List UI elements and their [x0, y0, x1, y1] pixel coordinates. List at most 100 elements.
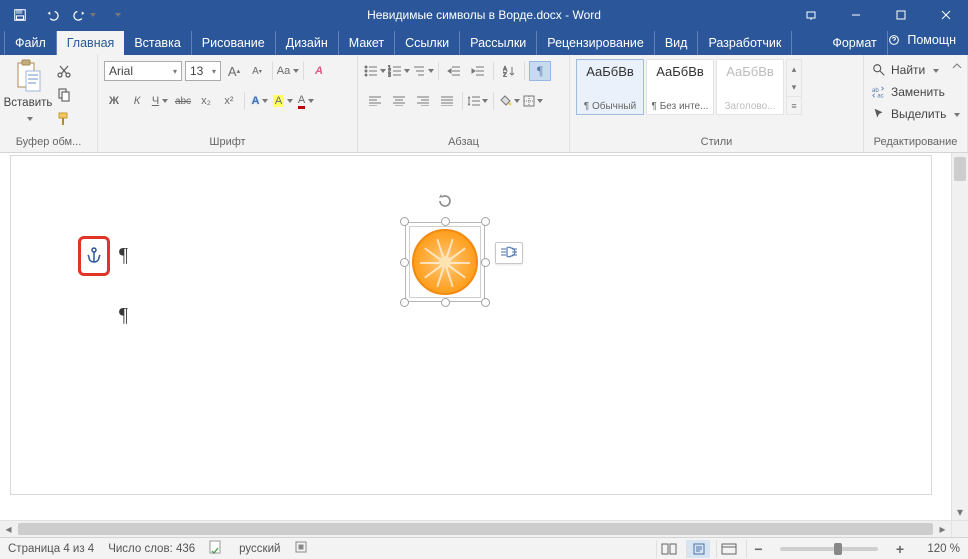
- decrease-indent-button[interactable]: [443, 61, 465, 81]
- change-case-button[interactable]: Aa: [278, 61, 298, 81]
- undo-button[interactable]: [38, 3, 66, 27]
- bold-button[interactable]: Ж: [104, 91, 124, 111]
- tab-layout[interactable]: Макет: [339, 31, 395, 55]
- tab-mailings[interactable]: Рассылки: [460, 31, 537, 55]
- tab-file[interactable]: Файл: [4, 31, 57, 55]
- tab-home[interactable]: Главная: [57, 31, 125, 55]
- zoom-slider[interactable]: [780, 547, 878, 551]
- scroll-right-arrow[interactable]: ▸: [934, 521, 951, 537]
- sort-button[interactable]: AZ: [498, 61, 520, 81]
- increase-indent-button[interactable]: [467, 61, 489, 81]
- replace-icon: abac: [872, 85, 886, 99]
- cut-button[interactable]: [54, 61, 74, 81]
- align-left-button[interactable]: [364, 91, 386, 111]
- scroll-left-arrow[interactable]: ◂: [0, 521, 17, 537]
- vertical-scrollbar[interactable]: ▴ ▾: [951, 153, 968, 520]
- font-color-button[interactable]: A: [296, 91, 316, 111]
- copy-button[interactable]: [54, 85, 74, 105]
- tab-insert[interactable]: Вставка: [124, 31, 191, 55]
- hscroll-thumb[interactable]: [18, 523, 933, 535]
- tab-design[interactable]: Дизайн: [276, 31, 339, 55]
- language-indicator[interactable]: русский: [239, 543, 280, 555]
- ribbon-options-button[interactable]: [788, 0, 833, 29]
- document-viewport[interactable]: ¶ ¶: [0, 153, 951, 520]
- paste-button[interactable]: Вставить: [6, 59, 50, 129]
- resize-handle-tl[interactable]: [400, 217, 409, 226]
- tab-draw[interactable]: Рисование: [192, 31, 276, 55]
- tab-developer[interactable]: Разработчик: [698, 31, 792, 55]
- web-layout-button[interactable]: [716, 540, 740, 558]
- font-size-value: 13: [190, 64, 203, 78]
- multilevel-button[interactable]: [412, 61, 434, 81]
- resize-handle-br[interactable]: [481, 298, 490, 307]
- redo-button[interactable]: [70, 3, 98, 27]
- collapse-ribbon-button[interactable]: [950, 59, 964, 76]
- align-center-button[interactable]: [388, 91, 410, 111]
- shading-button[interactable]: [498, 91, 520, 111]
- select-button[interactable]: Выделить: [870, 103, 961, 125]
- subscript-button[interactable]: x₂: [196, 91, 216, 111]
- print-layout-button[interactable]: [686, 540, 710, 558]
- style-heading1[interactable]: АаБбВв Заголово...: [716, 59, 784, 115]
- replace-label: Заменить: [891, 85, 945, 99]
- zoom-out-button[interactable]: −: [746, 540, 770, 558]
- tab-view[interactable]: Вид: [655, 31, 699, 55]
- strike-button[interactable]: abc: [173, 91, 193, 111]
- format-painter-button[interactable]: [54, 109, 74, 129]
- tab-format[interactable]: Формат: [822, 31, 887, 55]
- line-spacing-button[interactable]: [467, 91, 489, 111]
- close-button[interactable]: [923, 0, 968, 29]
- svg-text:3: 3: [388, 73, 391, 77]
- title-bar: Невидимые символы в Ворде.docx - Word: [0, 0, 968, 29]
- horizontal-scrollbar[interactable]: ◂ ▸: [0, 520, 951, 537]
- zoom-in-button[interactable]: +: [888, 540, 912, 558]
- bullets-button[interactable]: [364, 61, 386, 81]
- show-marks-button[interactable]: ¶: [529, 61, 551, 81]
- zoom-slider-knob[interactable]: [834, 543, 842, 555]
- tab-review[interactable]: Рецензирование: [537, 31, 655, 55]
- qat-customize-button[interactable]: [102, 3, 130, 27]
- resize-handle-bl[interactable]: [400, 298, 409, 307]
- rotation-handle[interactable]: [436, 192, 454, 210]
- font-name-combo[interactable]: Arial▾: [104, 61, 182, 81]
- superscript-button[interactable]: x²: [219, 91, 239, 111]
- highlight-button[interactable]: A: [273, 91, 293, 111]
- align-right-button[interactable]: [412, 91, 434, 111]
- justify-button[interactable]: [436, 91, 458, 111]
- italic-button[interactable]: К: [127, 91, 147, 111]
- word-count[interactable]: Число слов: 436: [108, 543, 195, 555]
- style-nospacing[interactable]: АаБбВв ¶ Без инте...: [646, 59, 714, 115]
- underline-button[interactable]: Ч: [150, 91, 170, 111]
- zoom-level[interactable]: 120 %: [918, 543, 960, 555]
- scroll-down-arrow[interactable]: ▾: [952, 503, 968, 520]
- tell-me-box[interactable]: Помощн: [887, 33, 956, 47]
- font-size-combo[interactable]: 13▾: [185, 61, 221, 81]
- selected-image[interactable]: [405, 222, 485, 302]
- resize-handle-r[interactable]: [481, 258, 490, 267]
- resize-handle-l[interactable]: [400, 258, 409, 267]
- borders-button[interactable]: [522, 91, 544, 111]
- read-mode-button[interactable]: [656, 540, 680, 558]
- style-normal[interactable]: АаБбВв ¶ Обычный: [576, 59, 644, 115]
- clear-format-button[interactable]: A: [309, 61, 329, 81]
- maximize-button[interactable]: [878, 0, 923, 29]
- save-button[interactable]: [6, 3, 34, 27]
- macro-indicator[interactable]: [294, 540, 308, 557]
- numbering-button[interactable]: 123: [388, 61, 410, 81]
- page-indicator[interactable]: Страница 4 из 4: [8, 543, 94, 555]
- vscroll-thumb[interactable]: [954, 157, 966, 181]
- grow-font-button[interactable]: A▴: [224, 61, 244, 81]
- styles-more-button[interactable]: ▴▾≡: [786, 59, 802, 115]
- find-button[interactable]: Найти: [870, 59, 961, 81]
- resize-handle-b[interactable]: [441, 298, 450, 307]
- layout-options-button[interactable]: [495, 242, 523, 264]
- shrink-font-button[interactable]: A▾: [247, 61, 267, 81]
- spellcheck-indicator[interactable]: [209, 540, 225, 557]
- resize-handle-tr[interactable]: [481, 217, 490, 226]
- text-effects-button[interactable]: A: [250, 91, 270, 111]
- resize-handle-t[interactable]: [441, 217, 450, 226]
- replace-button[interactable]: abac Заменить: [870, 81, 961, 103]
- tab-references[interactable]: Ссылки: [395, 31, 460, 55]
- ribbon-tabs: Файл Главная Вставка Рисование Дизайн Ма…: [0, 29, 968, 55]
- minimize-button[interactable]: [833, 0, 878, 29]
